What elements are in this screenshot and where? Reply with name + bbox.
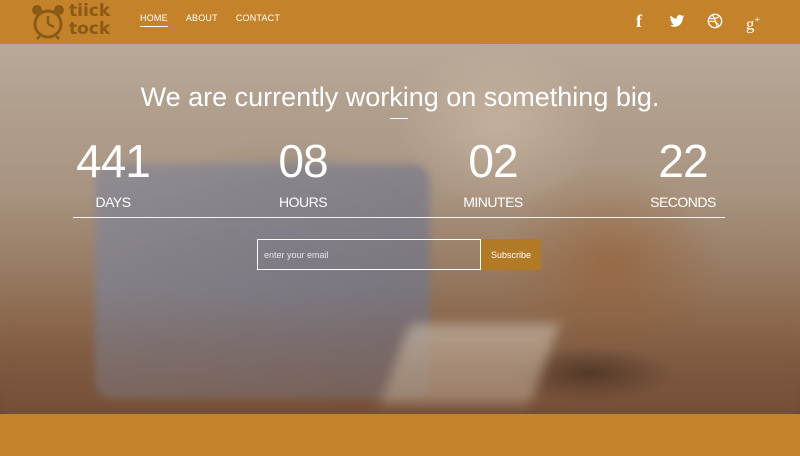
social-links: f g+ bbox=[630, 11, 762, 34]
countdown-seconds-label: SECONDS bbox=[650, 194, 716, 210]
countdown-hours: 08 HOURS bbox=[233, 136, 373, 210]
countdown-days-value: 441 bbox=[76, 135, 151, 187]
subscribe-form: Subscribe bbox=[257, 239, 541, 270]
countdown-divider bbox=[73, 217, 725, 218]
logo-text-line2: tock bbox=[69, 19, 111, 39]
page-headline: We are currently working on something bi… bbox=[140, 82, 660, 112]
countdown-hours-label: HOURS bbox=[278, 194, 328, 210]
subscribe-button[interactable]: Subscribe bbox=[481, 239, 541, 270]
countdown-days-label: DAYS bbox=[95, 194, 131, 210]
facebook-icon[interactable]: f bbox=[630, 11, 648, 31]
logo-text-line1: tiick bbox=[69, 1, 111, 21]
footer-bar bbox=[0, 414, 800, 456]
countdown-days: 441 DAYS bbox=[43, 136, 183, 210]
nav-contact[interactable]: CONTACT bbox=[236, 13, 280, 27]
headline-divider bbox=[390, 118, 408, 119]
google-plus-icon[interactable]: g+ bbox=[744, 11, 762, 34]
logo[interactable]: tiick tock bbox=[30, 2, 112, 42]
email-input[interactable] bbox=[257, 239, 481, 270]
nav-about[interactable]: ABOUT bbox=[186, 13, 218, 27]
nav-home[interactable]: HOME bbox=[140, 13, 168, 27]
top-navbar: tiick tock HOME ABOUT CONTACT f g+ bbox=[0, 0, 800, 44]
countdown-seconds-value: 22 bbox=[658, 135, 708, 187]
main-nav: HOME ABOUT CONTACT bbox=[140, 13, 280, 27]
twitter-icon[interactable] bbox=[668, 11, 686, 31]
countdown-minutes: 02 MINUTES bbox=[423, 136, 563, 210]
logo-text: tiick tock bbox=[69, 2, 110, 38]
hero-section: We are currently working on something bi… bbox=[0, 44, 800, 414]
countdown-seconds: 22 SECONDS bbox=[613, 136, 753, 210]
countdown-hours-value: 08 bbox=[278, 135, 328, 187]
countdown-minutes-value: 02 bbox=[468, 135, 518, 187]
alarm-clock-icon bbox=[32, 5, 64, 40]
dribbble-icon[interactable] bbox=[706, 11, 724, 31]
countdown-minutes-label: MINUTES bbox=[463, 194, 523, 210]
background-table bbox=[0, 294, 800, 414]
